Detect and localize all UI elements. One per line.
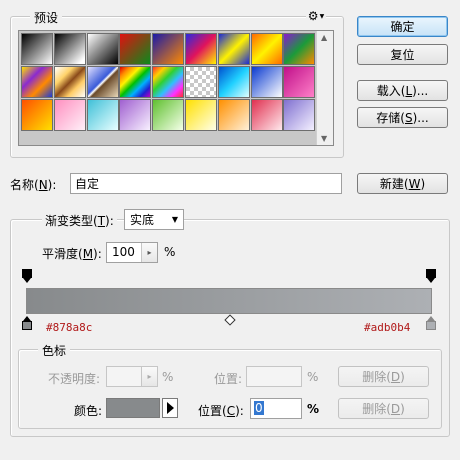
scroll-up-icon[interactable]: ▲ — [321, 33, 327, 42]
preset-swatch-violet-green-orange[interactable] — [283, 33, 316, 65]
preset-swatch-transparent-rainbow[interactable] — [152, 65, 185, 98]
smoothness-unit: % — [164, 245, 176, 259]
preset-swatch-foreground-to-background[interactable] — [21, 33, 53, 65]
opacity-position-label: 位置: — [214, 372, 243, 386]
chevron-down-icon: ▼ — [319, 12, 325, 20]
opacity-unit: % — [162, 370, 174, 384]
name-field[interactable] — [70, 173, 342, 194]
preset-swatch-grid — [21, 33, 317, 143]
color-position-field[interactable]: 0 — [250, 398, 302, 419]
ok-button[interactable]: 确定 — [357, 16, 448, 37]
color-menu-button[interactable] — [162, 398, 178, 418]
smoothness-label: 平滑度(M): — [42, 247, 102, 261]
opacity-position-field[interactable] — [246, 366, 302, 387]
smoothness-value: 100 — [112, 245, 135, 259]
preset-swatch-yellow-violet-orange-blue[interactable] — [21, 65, 53, 98]
gradient-type-label: 渐变类型(T): — [42, 212, 117, 229]
gradient-type-select[interactable]: 实底 ▼ — [124, 209, 184, 230]
preset-swatch-red-pale[interactable] — [250, 98, 283, 131]
preset-swatch-orange-pale[interactable] — [217, 98, 250, 131]
color-delete-button[interactable]: 删除(D) — [338, 398, 429, 419]
preset-swatch-blue-white[interactable] — [250, 65, 283, 98]
smoothness-stepper[interactable]: 100 ▸ — [106, 242, 158, 263]
color-position-label: 位置(C): — [198, 404, 244, 418]
preset-scrollbar[interactable]: ▲ ▼ — [316, 31, 333, 145]
play-arrow-icon — [166, 402, 174, 414]
color-stop-left[interactable] — [22, 316, 32, 332]
opacity-stop-left[interactable] — [22, 269, 32, 285]
color-stop-right[interactable] — [426, 316, 436, 332]
left-stop-hex-label: #878a8c — [46, 321, 93, 334]
preset-swatch-foreground-to-transparent[interactable] — [53, 33, 86, 65]
preset-swatch-purple-pink[interactable] — [283, 65, 316, 98]
opacity-position-unit: % — [307, 370, 319, 384]
preset-swatch-black-white[interactable] — [86, 33, 119, 65]
opacity-stop-right[interactable] — [426, 269, 436, 285]
save-button[interactable]: 存储(S)... — [357, 107, 448, 128]
reset-button[interactable]: 复位 — [357, 44, 448, 65]
preset-swatch-violet-pale[interactable] — [119, 98, 152, 131]
opacity-label: 不透明度: — [48, 372, 101, 386]
preset-swatch-violet-orange[interactable] — [152, 33, 185, 65]
preset-swatch-orange-yellow-orange[interactable] — [250, 33, 283, 65]
preset-swatch-orange-yellow[interactable] — [21, 98, 53, 131]
opacity-stepper[interactable]: ▸ — [106, 366, 158, 387]
preset-swatch-green-pale[interactable] — [152, 98, 185, 131]
stepper-arrow-icon[interactable]: ▸ — [141, 367, 157, 386]
preset-swatch-blue-red-yellow[interactable] — [185, 33, 217, 65]
preset-swatch-yellow-pale[interactable] — [185, 98, 217, 131]
preset-swatch-lavender-pale[interactable] — [283, 98, 316, 131]
color-position-unit: % — [307, 402, 320, 416]
preset-swatch-red-green[interactable] — [119, 33, 152, 65]
preset-swatch-pink-light[interactable] — [53, 98, 86, 131]
color-stop-swatch[interactable] — [106, 398, 160, 418]
presets-title: 预设 — [30, 9, 63, 26]
preset-swatch-blue-yellow-blue[interactable] — [217, 33, 250, 65]
color-label: 颜色: — [74, 404, 103, 418]
gear-icon: ⚙ — [307, 9, 319, 23]
name-label: 名称(N): — [10, 178, 57, 192]
scroll-down-icon[interactable]: ▼ — [321, 134, 327, 143]
stepper-arrow-icon[interactable]: ▸ — [141, 243, 157, 262]
chevron-down-icon: ▼ — [171, 215, 178, 224]
opacity-delete-button[interactable]: 删除(D) — [338, 366, 429, 387]
right-stop-hex-label: #adb0b4 — [364, 321, 411, 334]
stops-title: 色标 — [38, 342, 71, 359]
preset-swatch-cyan-white[interactable] — [86, 98, 119, 131]
presets-menu-button[interactable]: ⚙ ▼ — [306, 9, 326, 23]
preset-swatch-copper[interactable] — [53, 65, 86, 98]
preset-swatch-chrome[interactable] — [86, 65, 119, 98]
preset-swatch-panel: ▲ ▼ — [18, 30, 334, 146]
new-button[interactable]: 新建(W) — [357, 173, 448, 194]
load-button[interactable]: 载入(L)... — [357, 80, 448, 101]
preset-swatch-spectrum[interactable] — [119, 65, 152, 98]
preset-swatch-cyan-gradient[interactable] — [217, 65, 250, 98]
gradient-preview-bar[interactable] — [26, 288, 432, 314]
preset-swatch-transparent-stripes[interactable] — [185, 65, 217, 98]
